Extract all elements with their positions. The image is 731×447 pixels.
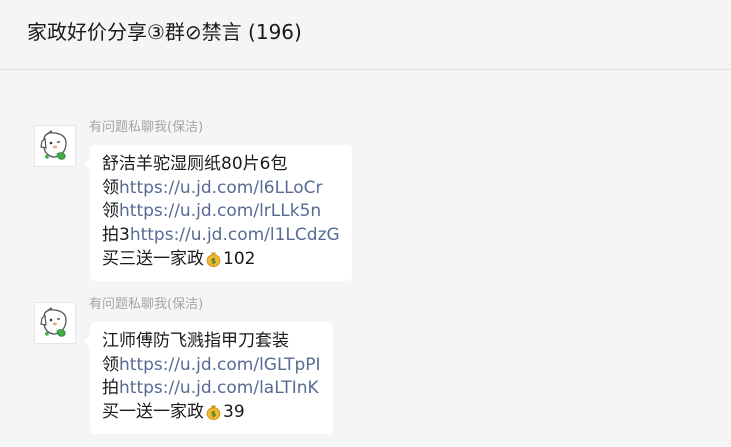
cartoon-dog-avatar-icon <box>35 126 75 166</box>
svg-text:$: $ <box>211 256 216 265</box>
avatar[interactable] <box>34 302 76 344</box>
message-line: 买一送一家政 $ 39 <box>102 401 321 425</box>
message-text: 领 <box>102 354 119 375</box>
svg-text:$: $ <box>211 410 216 419</box>
chat-title: 家政好价分享③群⊘禁言 (196) <box>27 20 302 44</box>
coupon-link[interactable]: https://u.jd.com/lGLTpPI <box>119 355 321 375</box>
message-bubble[interactable]: 江师傅防飞溅指甲刀套装 领https://u.jd.com/lGLTpPI 拍h… <box>84 322 333 434</box>
coupon-link[interactable]: https://u.jd.com/lrLLk5n <box>119 201 321 221</box>
product-link[interactable]: https://u.jd.com/l1LCdzG <box>130 225 340 245</box>
message-text: 买三送一家政 <box>102 248 204 269</box>
coupon-link[interactable]: https://u.jd.com/l6LLoCr <box>119 178 323 198</box>
message-line: 江师傅防飞溅指甲刀套装 <box>102 330 321 354</box>
chat-header: 家政好价分享③群⊘禁言 (196) <box>0 0 731 70</box>
cartoon-dog-avatar-icon <box>35 303 75 343</box>
message-text: 江师傅防飞溅指甲刀套装 <box>102 331 289 351</box>
message-text: 舒洁羊驼湿厕纸80片6包 <box>102 154 288 174</box>
message-bubble[interactable]: 舒洁羊驼湿厕纸80片6包 领https://u.jd.com/l6LLoCr 领… <box>84 145 352 281</box>
message-line: 领https://u.jd.com/lGLTpPI <box>102 354 321 378</box>
message-line: 舒洁羊驼湿厕纸80片6包 <box>102 153 340 177</box>
sender-name: 有问题私聊我(保洁) <box>89 297 204 312</box>
avatar[interactable] <box>34 125 76 167</box>
message-text: 39 <box>223 402 245 423</box>
message-text: 拍3 <box>102 225 130 246</box>
money-bag-icon: $ <box>206 405 221 421</box>
money-bag-icon: $ <box>206 252 221 267</box>
product-link[interactable]: https://u.jd.com/laLTInK <box>119 378 319 398</box>
message-text: 102 <box>223 248 256 269</box>
sender-name: 有问题私聊我(保洁) <box>89 120 204 135</box>
message-text: 领 <box>102 177 119 198</box>
message-line: 买三送一家政 $ 102 <box>102 248 340 272</box>
message-text: 买一送一家政 <box>102 402 204 423</box>
message-text: 拍 <box>102 378 119 399</box>
message-line: 拍3https://u.jd.com/l1LCdzG <box>102 224 340 248</box>
message-line: 领https://u.jd.com/lrLLk5n <box>102 200 340 224</box>
message-text: 领 <box>102 201 119 222</box>
message-line: 拍https://u.jd.com/laLTInK <box>102 377 321 401</box>
message-line: 领https://u.jd.com/l6LLoCr <box>102 177 340 201</box>
